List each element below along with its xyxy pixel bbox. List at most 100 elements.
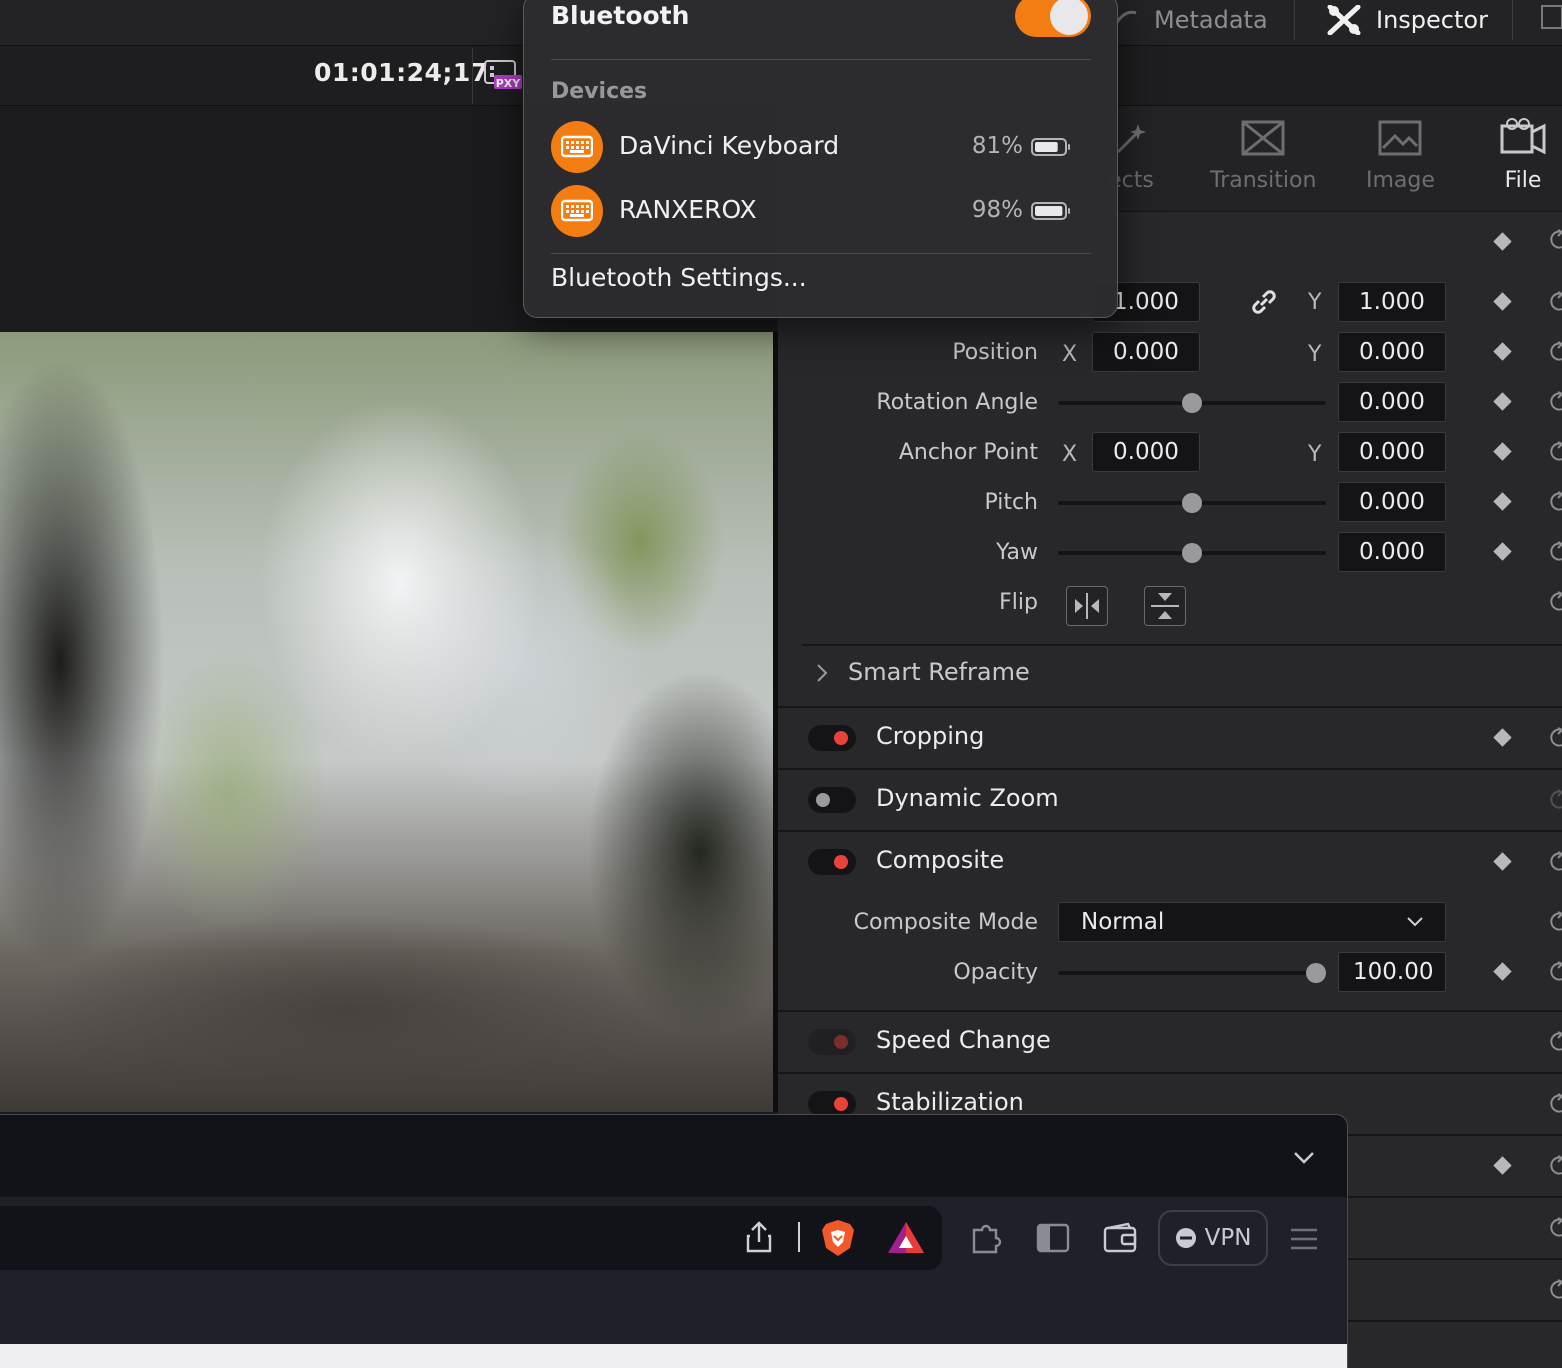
pitch-slider-knob[interactable] — [1182, 493, 1202, 513]
dynamic-zoom-header[interactable]: Dynamic Zoom — [876, 784, 1059, 812]
cropping-enable-toggle[interactable] — [808, 725, 856, 751]
proxy-icon[interactable]: PXY — [484, 60, 522, 90]
dynamic-zoom-enable-toggle[interactable] — [808, 787, 856, 813]
bluetooth-device-item[interactable]: DaVinci Keyboard 81% — [551, 121, 1091, 175]
reset-icon[interactable] — [1548, 440, 1562, 464]
speed-change-header[interactable]: Speed Change — [876, 1026, 1051, 1054]
link-icon[interactable] — [1250, 288, 1278, 316]
anchor-y-label: Y — [1308, 442, 1322, 467]
toolbar-separator — [798, 1222, 800, 1252]
tab-file[interactable]: File — [1500, 118, 1546, 208]
opacity-slider[interactable] — [1058, 963, 1326, 983]
menu-divider — [551, 59, 1091, 60]
transition-icon — [1241, 120, 1285, 156]
speed-change-enable-toggle[interactable] — [808, 1029, 856, 1055]
yaw-slider[interactable] — [1058, 543, 1326, 563]
tab-image[interactable]: Image — [1366, 118, 1435, 208]
reset-icon[interactable] — [1548, 1278, 1562, 1302]
opacity-field[interactable]: 100.00 — [1338, 952, 1446, 992]
stabilization-header[interactable]: Stabilization — [876, 1088, 1024, 1116]
device-name: DaVinci Keyboard — [619, 131, 840, 160]
reset-icon[interactable] — [1548, 726, 1562, 750]
rotation-label: Rotation Angle — [876, 390, 1038, 415]
zoom-y-field[interactable]: 1.000 — [1338, 282, 1446, 322]
browser-tab-strip — [0, 1115, 1347, 1197]
composite-enable-toggle[interactable] — [808, 849, 856, 875]
anchor-x-field[interactable]: 0.000 — [1092, 432, 1200, 472]
reset-icon[interactable] — [1548, 788, 1562, 812]
bluetooth-device-item[interactable]: RANXEROX 98% — [551, 185, 1091, 239]
reset-icon[interactable] — [1548, 960, 1562, 984]
chevron-right-icon[interactable] — [814, 662, 830, 684]
wallet-icon[interactable] — [1102, 1222, 1138, 1254]
reset-icon[interactable] — [1548, 540, 1562, 564]
tab-image-label: Image — [1366, 168, 1435, 193]
share-icon[interactable] — [744, 1220, 774, 1254]
image-icon — [1378, 120, 1422, 156]
reset-icon[interactable] — [1548, 390, 1562, 414]
file-icon — [1500, 118, 1546, 155]
reset-icon[interactable] — [1548, 290, 1562, 314]
vpn-label: VPN — [1204, 1225, 1252, 1251]
sidebar-icon[interactable] — [1036, 1222, 1070, 1254]
pitch-label: Pitch — [984, 490, 1038, 515]
rotation-field[interactable]: 0.000 — [1338, 382, 1446, 422]
composite-mode-value: Normal — [1081, 909, 1165, 935]
yaw-slider-knob[interactable] — [1182, 543, 1202, 563]
tab-list-chevron-icon[interactable] — [1290, 1146, 1318, 1170]
zoom-y-label: Y — [1308, 290, 1322, 315]
bluetooth-toggle[interactable] — [1015, 0, 1091, 37]
extensions-icon[interactable] — [968, 1220, 1004, 1256]
section-divider — [1348, 1320, 1562, 1322]
reset-icon[interactable] — [1548, 1216, 1562, 1240]
reset-icon[interactable] — [1548, 850, 1562, 874]
keyboard-icon — [551, 121, 603, 173]
section-divider — [1348, 1134, 1562, 1136]
anchor-y-field[interactable]: 0.000 — [1338, 432, 1446, 472]
anchor-x-label: X — [1062, 442, 1078, 467]
browser-bookmarks-area — [0, 1279, 1347, 1344]
cropping-header[interactable]: Cropping — [876, 722, 984, 750]
smart-reframe-header[interactable]: Smart Reframe — [848, 658, 1030, 686]
inspector-icon — [1327, 5, 1361, 35]
position-y-field[interactable]: 0.000 — [1338, 332, 1446, 372]
reset-icon[interactable] — [1548, 1092, 1562, 1116]
yaw-label: Yaw — [996, 540, 1038, 565]
opacity-label: Opacity — [953, 960, 1038, 985]
yaw-field[interactable]: 0.000 — [1338, 532, 1446, 572]
tab-separator — [1294, 0, 1295, 40]
reset-icon[interactable] — [1548, 228, 1562, 252]
pitch-slider[interactable] — [1058, 493, 1326, 513]
video-preview[interactable] — [0, 332, 773, 1112]
metadata-tab[interactable]: Metadata — [1110, 0, 1268, 40]
reset-icon[interactable] — [1548, 340, 1562, 364]
composite-header[interactable]: Composite — [876, 846, 1004, 874]
reset-icon[interactable] — [1548, 590, 1562, 614]
opacity-slider-knob[interactable] — [1306, 963, 1326, 983]
inspector-tab[interactable]: Inspector — [1326, 0, 1488, 40]
timecode-display: 01:01:24;17 — [314, 58, 489, 87]
rotation-slider[interactable] — [1058, 393, 1326, 413]
brave-shields-icon[interactable] — [820, 1218, 856, 1258]
timecode-divider — [472, 48, 473, 104]
pitch-field[interactable]: 0.000 — [1338, 482, 1446, 522]
reset-icon[interactable] — [1548, 910, 1562, 934]
section-divider — [778, 1010, 1562, 1012]
tab-transition[interactable]: Transition — [1210, 118, 1316, 208]
expand-panel-icon[interactable] — [1540, 4, 1562, 30]
bluetooth-settings-link[interactable]: Bluetooth Settings... — [551, 263, 807, 292]
address-bar[interactable] — [0, 1206, 942, 1270]
rotation-slider-knob[interactable] — [1182, 393, 1202, 413]
vpn-button[interactable]: VPN — [1158, 1210, 1268, 1266]
reset-icon[interactable] — [1548, 1154, 1562, 1178]
flip-vertical-button[interactable] — [1144, 586, 1186, 626]
chevron-down-icon — [1407, 917, 1423, 927]
reset-icon[interactable] — [1548, 490, 1562, 514]
composite-mode-dropdown[interactable]: Normal — [1058, 902, 1446, 942]
flip-horizontal-button[interactable] — [1066, 586, 1108, 626]
menu-icon[interactable] — [1288, 1226, 1320, 1252]
brave-rewards-icon[interactable] — [886, 1220, 926, 1256]
reset-icon[interactable] — [1548, 1030, 1562, 1054]
position-x-field[interactable]: 0.000 — [1092, 332, 1200, 372]
position-x-label: X — [1062, 342, 1078, 367]
